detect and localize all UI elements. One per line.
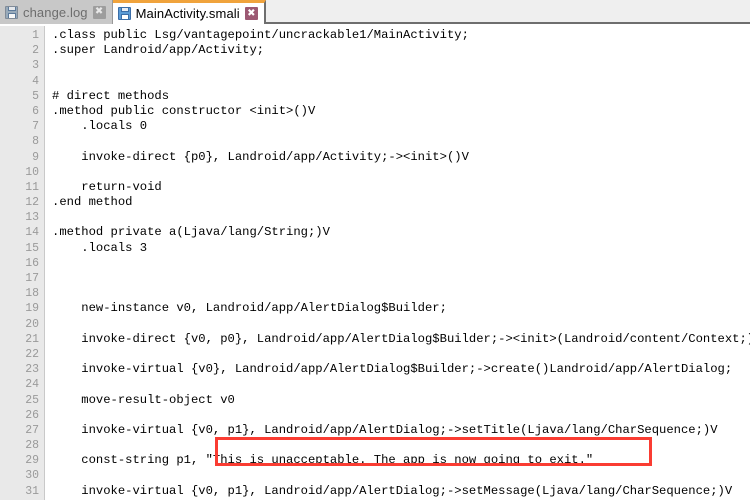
close-icon[interactable]: ✖ <box>244 7 258 20</box>
line-number: 22 <box>25 347 39 361</box>
tab-bar: change.log ✖ MainActivity.smali ✖ <box>0 0 750 24</box>
line-number: 4 <box>32 74 39 88</box>
line-number: 31 <box>25 484 39 498</box>
line-number: 25 <box>25 393 39 407</box>
line-number: 9 <box>32 150 39 164</box>
floppy-save-icon <box>117 7 131 20</box>
code-line: move-result-object v0 <box>52 392 235 407</box>
line-number: 18 <box>25 287 39 301</box>
line-number: 30 <box>25 469 39 483</box>
code-editor[interactable]: 1 2 3 4 5 6 7 8 9 10 11 12 13 14 15 16 17 18 19 20 21 22 23 24 2… <box>0 26 750 500</box>
code-line: return-void <box>52 179 162 194</box>
line-number: 2 <box>32 44 39 58</box>
line-number: 8 <box>32 135 39 149</box>
code-line: invoke-direct {p0}, Landroid/app/Activit… <box>52 149 469 164</box>
line-number: 27 <box>25 423 39 437</box>
code-line: const-string p1, "This is unacceptable. … <box>52 453 594 468</box>
line-number: 3 <box>32 59 39 73</box>
floppy-save-icon <box>5 5 18 19</box>
line-number: 11 <box>25 180 39 194</box>
line-number: 12 <box>25 196 39 210</box>
line-number: 19 <box>25 302 39 316</box>
line-number: 13 <box>25 211 39 225</box>
editor-window: change.log ✖ MainActivity.smali ✖ 123456… <box>0 0 750 500</box>
code-line: .locals 0 <box>52 119 148 134</box>
line-number: 5 <box>32 89 39 103</box>
line-number: 28 <box>25 439 39 453</box>
line-number: 6 <box>32 104 39 118</box>
line-number: 20 <box>25 317 39 331</box>
line-number: 7 <box>32 120 39 134</box>
code-line: invoke-virtual {v0}, Landroid/app/AlertD… <box>52 362 733 377</box>
line-number: 29 <box>25 454 39 468</box>
line-number: 15 <box>25 241 39 255</box>
code-line: new-instance v0, Landroid/app/AlertDialo… <box>52 301 447 316</box>
line-number: 23 <box>25 363 39 377</box>
code-line: invoke-virtual {v0, p1}, Landroid/app/Al… <box>52 422 718 437</box>
tab-label: change.log <box>23 4 88 20</box>
line-number: 21 <box>25 332 39 346</box>
code-line: .super Landroid/app/Activity; <box>52 43 265 58</box>
code-line: invoke-virtual {v0, p1}, Landroid/app/Al… <box>52 483 733 498</box>
line-number: 1 <box>32 29 39 42</box>
code-line: .method public constructor <init>()V <box>52 103 316 118</box>
code-text-area[interactable]: .class public Lsg/vantagepoint/uncrackab… <box>46 26 750 500</box>
tab-bar-empty-space <box>265 0 750 22</box>
tab-change-log[interactable]: change.log ✖ <box>0 0 113 24</box>
line-number: 14 <box>25 226 39 240</box>
line-number: 16 <box>25 256 39 270</box>
line-number: 26 <box>25 408 39 422</box>
code-line: .locals 3 <box>52 240 148 255</box>
code-line: invoke-direct {v0, p0}, Landroid/app/Ale… <box>52 331 750 346</box>
tab-mainactivity-smali[interactable]: MainActivity.smali ✖ <box>112 0 266 24</box>
line-number: 10 <box>25 165 39 179</box>
line-number: 24 <box>25 378 39 392</box>
code-line: # direct methods <box>52 88 170 103</box>
code-line: .class public Lsg/vantagepoint/uncrackab… <box>52 28 469 42</box>
code-line: .end method <box>52 195 133 210</box>
line-number-gutter: 1 2 3 4 5 6 7 8 9 10 11 12 13 14 15 16 17 18 19 20 21 22 23 24 2… <box>0 26 45 500</box>
tab-label: MainActivity.smali <box>135 6 240 21</box>
code-line: .method private a(Ljava/lang/String;)V <box>52 225 330 240</box>
close-icon[interactable]: ✖ <box>92 5 106 19</box>
line-number: 17 <box>25 272 39 285</box>
